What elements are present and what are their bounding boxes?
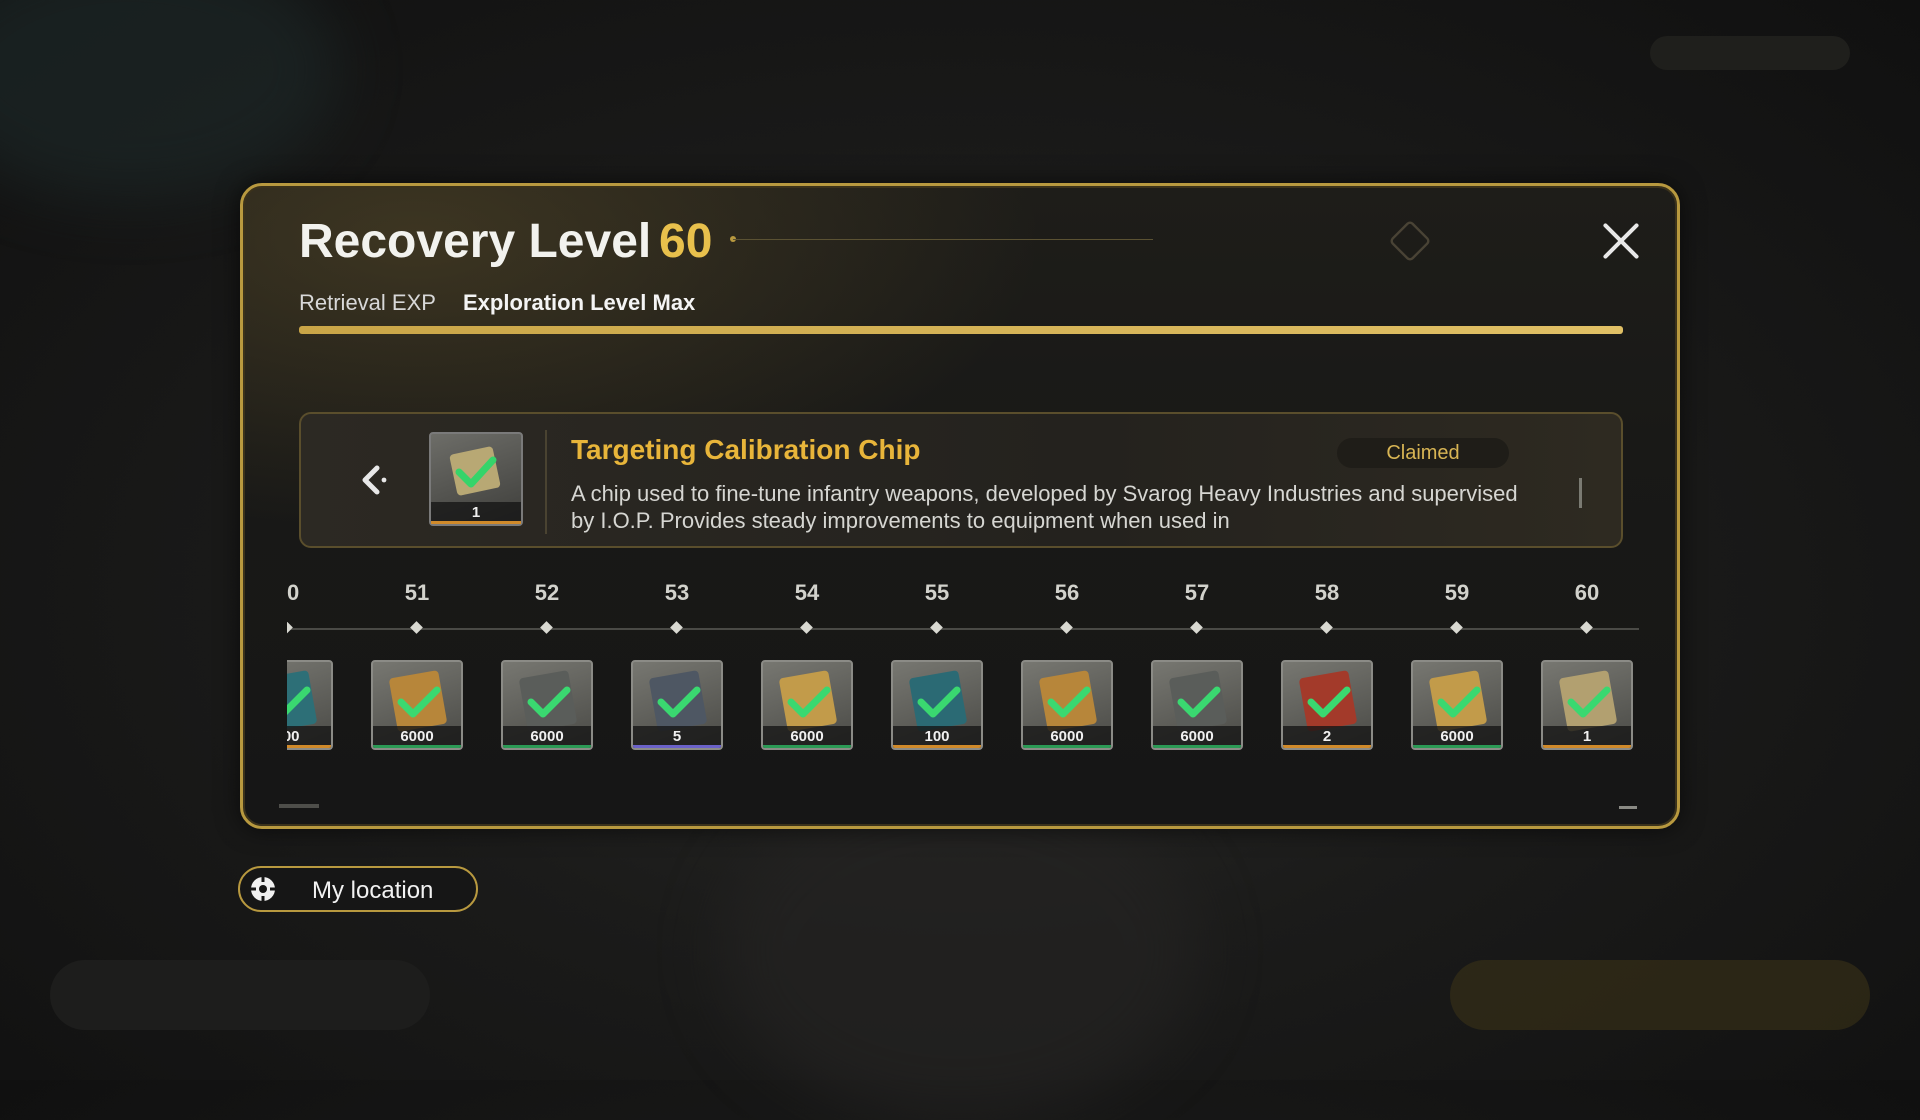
check-icon (787, 686, 831, 718)
reward-item-card[interactable]: 6000 (1151, 660, 1243, 750)
item-name: Targeting Calibration Chip (571, 434, 921, 465)
item-description: A chip used to fine-tune infantry weapon… (571, 481, 1518, 533)
background-glow (720, 780, 1200, 1120)
exp-progress-fill (299, 326, 1623, 334)
background-currency-pill (1650, 36, 1850, 70)
rarity-stripe (633, 745, 721, 748)
detail-item-icon: 1 (429, 432, 523, 526)
chip-icon (449, 446, 501, 496)
my-location-button[interactable]: My location (238, 866, 478, 912)
reward-level-label: 50 (287, 580, 300, 605)
rarity-stripe (1283, 745, 1371, 748)
close-button[interactable] (1597, 217, 1645, 265)
reward-item-card[interactable]: 2 (1281, 660, 1373, 750)
rarity-stripe (763, 745, 851, 748)
check-icon (1177, 686, 1221, 718)
check-icon (1047, 686, 1091, 718)
rarity-stripe (1543, 745, 1631, 748)
corner-decoration (1619, 806, 1637, 809)
description-scrollbar[interactable] (1579, 478, 1582, 508)
reward-level-label: 56 (1054, 580, 1080, 605)
reward-item-card[interactable]: 6000 (1021, 660, 1113, 750)
rarity-stripe (373, 745, 461, 748)
exp-progress-bar (299, 326, 1623, 334)
reward-level-label: 51 (404, 580, 430, 605)
crosshair-icon (249, 875, 277, 903)
reward-item-card[interactable]: 100 (287, 660, 333, 750)
check-icon (527, 686, 571, 718)
rarity-stripe (287, 745, 331, 748)
brand-logo-icon (1388, 219, 1571, 263)
dialog-title: Recovery Level (299, 215, 652, 268)
background-glow (0, 0, 340, 200)
reward-level-label: 60 (1574, 580, 1600, 605)
recovery-level-value: 60 (659, 215, 713, 268)
reward-track: 50 100 51 6000 52 6000 53 5 54 6000 55 100 56 6000 57 6… (287, 576, 1639, 756)
track-node (410, 621, 423, 634)
reward-level-label: 54 (794, 580, 820, 605)
track-node (1190, 621, 1203, 634)
track-node (1450, 621, 1463, 634)
reward-level-label: 55 (924, 580, 950, 605)
check-icon (1437, 686, 1481, 718)
track-node (287, 621, 293, 634)
exp-label: Retrieval EXP (299, 290, 436, 315)
check-icon (657, 686, 701, 718)
check-icon (287, 686, 311, 715)
rarity-stripe (1153, 745, 1241, 748)
previous-button[interactable] (353, 460, 393, 500)
rarity-stripe (893, 745, 981, 748)
check-icon (917, 686, 961, 718)
track-line (287, 628, 1639, 630)
check-icon (1307, 686, 1351, 718)
reward-item-card[interactable]: 5 (631, 660, 723, 750)
chevron-left-icon (362, 465, 387, 495)
track-node (1580, 621, 1593, 634)
reward-item-card[interactable]: 6000 (371, 660, 463, 750)
exp-value: Exploration Level Max (463, 290, 696, 315)
background-button-left (50, 960, 430, 1030)
reward-item-card[interactable]: 6000 (1411, 660, 1503, 750)
rarity-stripe (431, 521, 521, 524)
track-node (540, 621, 553, 634)
rarity-stripe (503, 745, 591, 748)
track-node (1060, 621, 1073, 634)
reward-detail-card: 1 Targeting Calibration Chip Claimed A c… (299, 412, 1623, 548)
reward-item-card[interactable]: 1 (1541, 660, 1633, 750)
reward-item-card[interactable]: 100 (891, 660, 983, 750)
reward-item-card[interactable]: 6000 (501, 660, 593, 750)
rarity-stripe (1023, 745, 1111, 748)
reward-level-label: 53 (664, 580, 690, 605)
track-node (670, 621, 683, 634)
background-button-right (1450, 960, 1870, 1030)
recovery-level-dialog: Recovery Level 60 Retrieval EXP Explorat… (240, 183, 1680, 829)
reward-item-card[interactable]: 6000 (761, 660, 853, 750)
corner-decoration (279, 804, 319, 808)
reward-level-label: 59 (1444, 580, 1470, 605)
track-node (800, 621, 813, 634)
reward-level-label: 57 (1184, 580, 1210, 605)
status-badge: Claimed (1337, 438, 1509, 468)
check-icon (397, 686, 441, 718)
rarity-stripe (1413, 745, 1501, 748)
my-location-label: My location (312, 877, 434, 904)
check-icon (1567, 686, 1611, 718)
track-node (1320, 621, 1333, 634)
track-node (930, 621, 943, 634)
reward-level-label: 58 (1314, 580, 1340, 605)
title-decoration-line (733, 239, 1153, 240)
divider (545, 430, 547, 534)
reward-level-label: 52 (534, 580, 560, 605)
